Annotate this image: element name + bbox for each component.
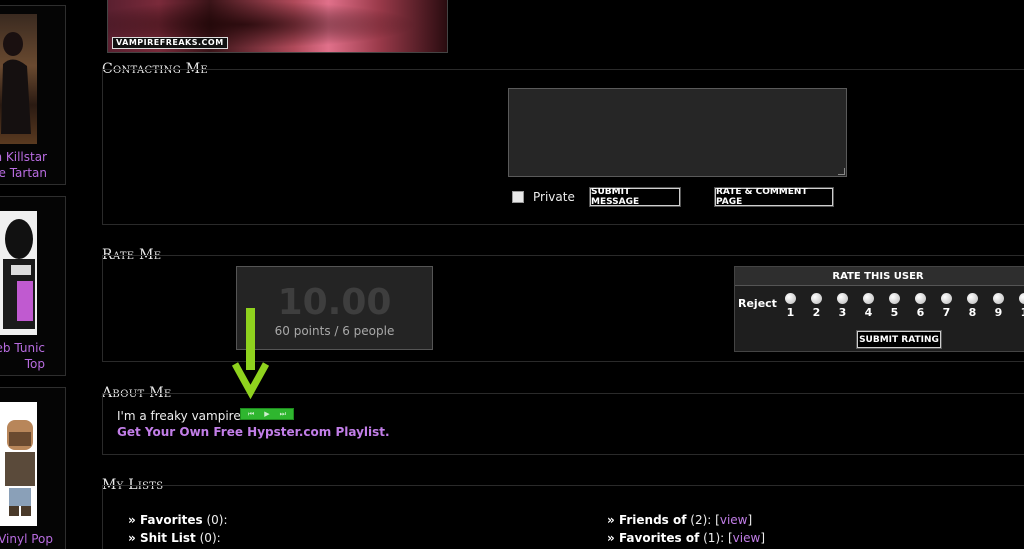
rating-number: 8 bbox=[968, 306, 977, 319]
rating-number: 6 bbox=[916, 306, 925, 319]
rating-number: 9 bbox=[994, 306, 1003, 319]
reject-label: Reject bbox=[738, 297, 777, 310]
product-card[interactable]: eb Tunic Top bbox=[0, 196, 66, 376]
product-label[interactable]: n Killstar e Tartan bbox=[0, 149, 47, 181]
product-image[interactable] bbox=[0, 402, 37, 526]
list-count: (0): bbox=[206, 513, 228, 527]
lists-section bbox=[102, 485, 1024, 549]
previous-track-icon[interactable]: ⏮ bbox=[248, 409, 254, 419]
list-bracket: ] bbox=[760, 531, 765, 545]
hypster-playlist-link[interactable]: Get Your Own Free Hypster.com Playlist. bbox=[117, 425, 390, 439]
list-label[interactable]: Friends of bbox=[619, 513, 687, 527]
list-item: » Favorites of (1): [view] bbox=[607, 531, 765, 545]
product-image[interactable] bbox=[0, 14, 37, 144]
rating-number: 7 bbox=[942, 306, 951, 319]
list-item: » Shit List (0): bbox=[128, 531, 221, 545]
rating-radio[interactable] bbox=[837, 293, 848, 304]
list-item: » Favorites (0): bbox=[128, 513, 228, 527]
rating-radio[interactable] bbox=[811, 293, 822, 304]
rating-number: 3 bbox=[838, 306, 847, 319]
figure-silhouette-icon bbox=[1, 32, 31, 134]
figure-silhouette-icon bbox=[3, 219, 35, 329]
list-label[interactable]: Favorites of bbox=[619, 531, 699, 545]
play-icon[interactable]: ▶ bbox=[264, 409, 269, 419]
next-track-icon[interactable]: ⏭ bbox=[280, 409, 286, 419]
rating-number: 1 bbox=[1019, 306, 1024, 319]
rating-number: 1 bbox=[786, 306, 795, 319]
rating-radio[interactable] bbox=[1019, 293, 1024, 304]
rating-radio[interactable] bbox=[915, 293, 926, 304]
list-count: (2): [ bbox=[690, 513, 720, 527]
rating-number: 5 bbox=[890, 306, 899, 319]
list-label[interactable]: Shit List bbox=[140, 531, 196, 545]
product-card[interactable]: Vinyl Pop bbox=[0, 387, 66, 549]
rating-radio[interactable] bbox=[889, 293, 900, 304]
list-label[interactable]: Favorites bbox=[140, 513, 203, 527]
product-card[interactable]: n Killstar e Tartan bbox=[0, 5, 66, 185]
private-checkbox[interactable] bbox=[512, 191, 524, 203]
rating-radio[interactable] bbox=[993, 293, 1004, 304]
product-label[interactable]: eb Tunic Top bbox=[0, 340, 45, 372]
profile-photo[interactable]: VAMPIREFREAKS.COM bbox=[107, 0, 448, 53]
submit-rating-button[interactable]: SUBMIT RATING bbox=[856, 330, 942, 349]
rating-number: 4 bbox=[864, 306, 873, 319]
rating-radio[interactable] bbox=[863, 293, 874, 304]
product-image[interactable] bbox=[0, 211, 37, 335]
rating-number: 2 bbox=[812, 306, 821, 319]
submit-message-button[interactable]: SUBMIT MESSAGE bbox=[589, 187, 681, 207]
rate-comment-button[interactable]: RATE & COMMENT PAGE bbox=[714, 187, 834, 207]
private-label: Private bbox=[533, 190, 575, 204]
rating-radio[interactable] bbox=[967, 293, 978, 304]
rate-user-widget: RATE THIS USER Reject 1 2 3 4 5 6 7 8 9 … bbox=[734, 266, 1024, 352]
rating-radio[interactable] bbox=[941, 293, 952, 304]
view-link[interactable]: view bbox=[733, 531, 761, 545]
hypster-player[interactable]: ⏮ ▶ ⏭ bbox=[240, 408, 294, 420]
resize-handle-icon[interactable] bbox=[838, 168, 845, 175]
list-count: (1): [ bbox=[703, 531, 733, 545]
down-arrow-icon bbox=[232, 308, 270, 400]
rating-radio[interactable] bbox=[785, 293, 796, 304]
vampirefreaks-watermark: VAMPIREFREAKS.COM bbox=[112, 37, 228, 49]
about-text: I'm a freaky vampire. bbox=[117, 409, 245, 423]
message-textarea[interactable] bbox=[508, 88, 847, 177]
view-link[interactable]: view bbox=[720, 513, 748, 527]
list-count: (0): bbox=[199, 531, 221, 545]
list-item: » Friends of (2): [view] bbox=[607, 513, 753, 527]
list-bracket: ] bbox=[747, 513, 753, 527]
figure-silhouette-icon bbox=[5, 420, 35, 516]
product-label[interactable]: Vinyl Pop bbox=[0, 531, 53, 547]
about-section bbox=[102, 393, 1024, 455]
rate-widget-title: RATE THIS USER bbox=[735, 267, 1024, 286]
